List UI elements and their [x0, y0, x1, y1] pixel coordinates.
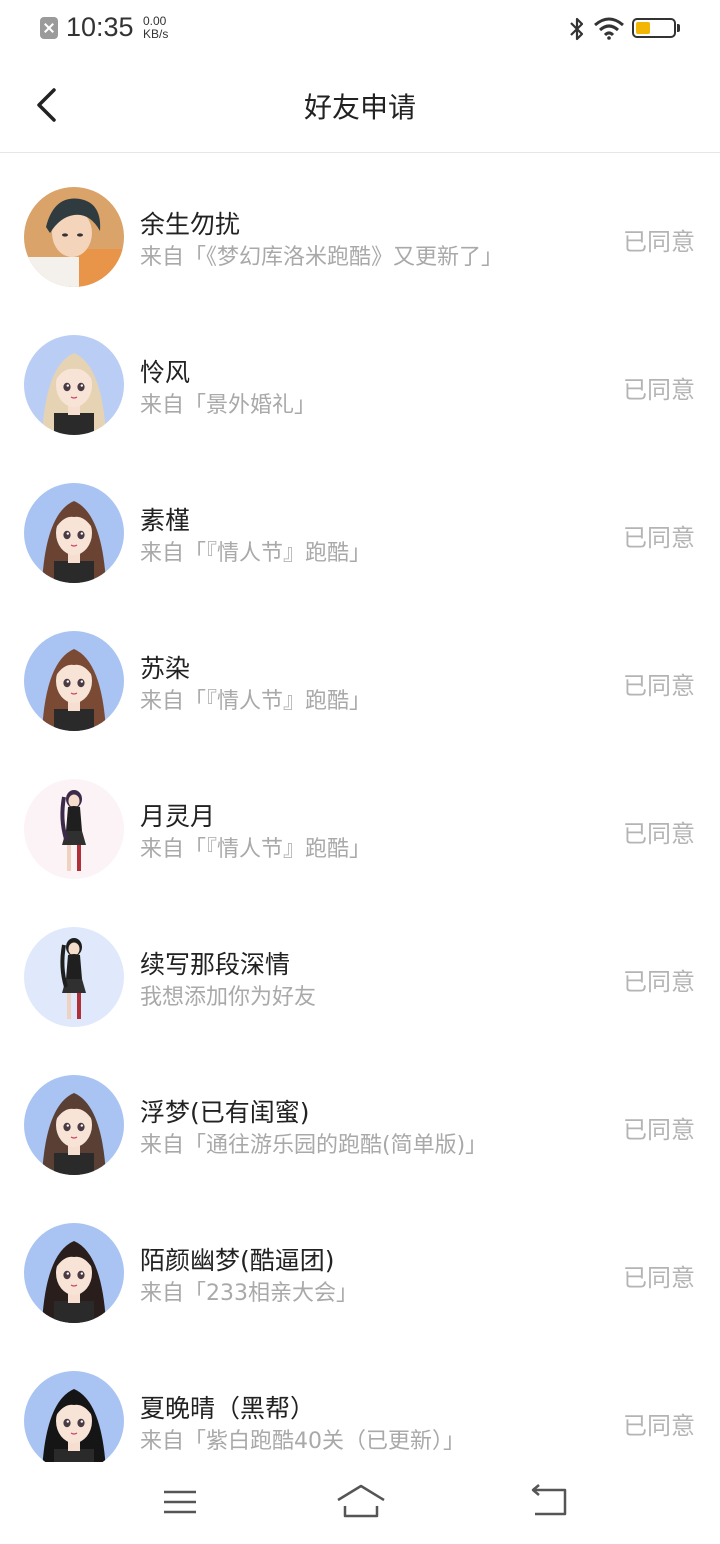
page-title: 好友申请	[303, 91, 416, 124]
request-source: 来自「『情人节』跑酷」	[140, 837, 372, 862]
friend-name: 苏染	[140, 654, 191, 683]
request-source: 来自「233相亲大会」	[140, 1281, 358, 1306]
request-status: 已同意	[623, 1412, 695, 1440]
friend-request-list: 余生勿扰 来自「《梦幻库洛米跑酷》又更新了」 已同意 怜风 来自「景外婚礼」 已同意 素槿来…	[0, 163, 720, 1495]
friend-name: 陌颜幽梦(酷逼团)	[140, 1246, 335, 1275]
wifi-icon	[594, 17, 624, 40]
request-source: 来自「『情人节』跑酷」	[140, 541, 372, 566]
battery-tip	[677, 24, 680, 32]
request-source: 来自「景外婚礼」	[140, 393, 317, 418]
request-status: 已同意	[623, 376, 695, 404]
avatar[interactable]	[24, 927, 124, 1027]
request-source: 来自「紫白跑酷40关（已更新）」	[140, 1429, 465, 1454]
friend-request-row[interactable]: 浮梦(已有闺蜜) 来自「通往游乐园的跑酷(简单版)」 已同意	[0, 1051, 720, 1199]
request-status: 已同意	[623, 1264, 695, 1292]
friend-name: 月灵月	[140, 802, 216, 831]
request-status: 已同意	[623, 228, 695, 256]
avatar[interactable]	[24, 483, 124, 583]
return-button[interactable]	[525, 1480, 575, 1524]
friend-request-row[interactable]: 怜风来自「景外婚礼」 已同意	[0, 311, 720, 459]
request-status: 已同意	[623, 672, 695, 700]
avatar[interactable]	[24, 1075, 124, 1175]
menu-button[interactable]	[155, 1480, 205, 1524]
avatar[interactable]	[24, 779, 124, 879]
battery-icon	[632, 18, 676, 38]
friend-request-row[interactable]: 陌颜幽梦(酷逼团) 来自「233相亲大会」 已同意	[0, 1199, 720, 1347]
friend-name: 续写那段深情	[140, 950, 291, 979]
bluetooth-icon	[570, 17, 584, 41]
battery-level	[636, 22, 651, 34]
friend-request-row[interactable]: 续写那段深情我想添加你为好友 已同意	[0, 903, 720, 1051]
network-speed: 0.00 KB/s	[143, 15, 183, 41]
request-source: 来自「『情人节』跑酷」	[140, 689, 372, 714]
avatar[interactable]	[24, 187, 124, 287]
avatar[interactable]	[24, 1371, 124, 1471]
friend-request-row[interactable]: 月灵月来自「『情人节』跑酷」 已同意	[0, 755, 720, 903]
system-nav-bar	[0, 1462, 720, 1544]
network-speed-unit: KB/s	[143, 27, 169, 41]
request-source: 来自「通往游乐园的跑酷(简单版)」	[140, 1133, 488, 1158]
request-source: 来自「《梦幻库洛米跑酷》又更新了」	[140, 245, 504, 270]
friend-name: 夏晚晴（黑帮）	[140, 1394, 316, 1423]
home-button[interactable]	[335, 1480, 387, 1524]
status-bar: 10:35 0.00 KB/s	[0, 0, 720, 60]
friend-name: 浮梦(已有闺蜜)	[140, 1098, 310, 1127]
request-status: 已同意	[623, 1116, 695, 1144]
avatar[interactable]	[24, 335, 124, 435]
app-header: 好友申请	[0, 60, 720, 153]
request-status: 已同意	[623, 524, 695, 552]
menu-icon	[164, 1490, 196, 1514]
request-status: 已同意	[623, 968, 695, 996]
avatar[interactable]	[24, 631, 124, 731]
status-time: 10:35	[66, 12, 134, 42]
avatar[interactable]	[24, 1223, 124, 1323]
notification-icon	[40, 17, 58, 39]
friend-name: 余生勿扰	[140, 210, 241, 239]
friend-request-row[interactable]: 余生勿扰来自「《梦幻库洛米跑酷》又更新了」 已同意	[0, 163, 720, 311]
friend-name: 怜风	[140, 358, 191, 387]
request-source: 我想添加你为好友	[140, 985, 317, 1010]
home-icon	[337, 1484, 385, 1518]
friend-name: 素槿	[140, 506, 191, 535]
friend-request-row[interactable]: 苏染来自「『情人节』跑酷」 已同意	[0, 607, 720, 755]
friend-request-row[interactable]: 素槿来自「『情人节』跑酷」 已同意	[0, 459, 720, 607]
return-icon	[531, 1484, 567, 1516]
request-status: 已同意	[623, 820, 695, 848]
